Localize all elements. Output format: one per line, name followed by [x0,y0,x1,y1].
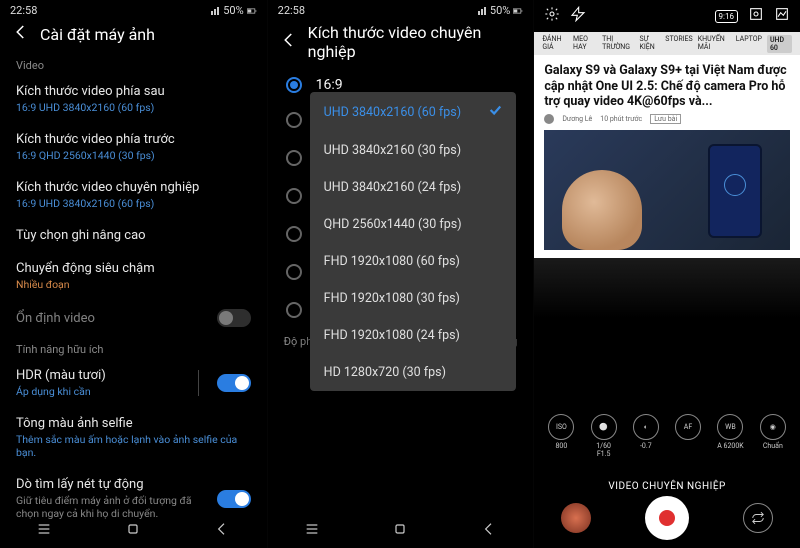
settings-icon[interactable] [544,6,560,26]
camera-top-bar: 9:16 [534,0,800,32]
setting-hdr[interactable]: HDR (màu tươi) Áp dụng khi cần [0,360,267,408]
status-time: 22:58 [10,4,37,17]
nav-home-icon[interactable] [392,521,408,541]
page-title: Cài đặt máy ảnh [40,25,155,44]
toggle-hdr[interactable] [217,374,251,392]
radio-icon [286,264,302,280]
radio-icon [286,302,302,318]
nav-back-icon[interactable] [214,521,230,541]
nav-recents-icon[interactable] [304,521,320,541]
article-title: Galaxy S9 và Galaxy S9+ tại Việt Nam đượ… [544,63,790,110]
af-control[interactable]: AF [675,414,701,442]
setting-selfie-tone[interactable]: Tông màu ảnh selfie Thêm sắc màu ấm hoặc… [0,408,267,469]
camera-mode[interactable]: VIDEO CHUYÊN NGHIỆP [534,481,800,492]
section-useful: Tính năng hữu ích [0,337,267,360]
iso-control[interactable]: ISO800 [548,414,574,450]
wb-control[interactable]: WBA 6200K [717,414,743,450]
ev-control[interactable]: ◐-0.7 [633,414,659,450]
check-icon [488,103,502,121]
toggle-stabilization[interactable] [217,309,251,327]
back-icon[interactable] [280,31,298,53]
resolution-option[interactable]: UHD 3840x2160 (24 fps) [310,169,516,206]
setting-super-slowmo[interactable]: Chuyển động siêu chậm Nhiều đoạn [0,253,267,301]
browser-tabs: ĐÁNH GIÁMEO HAYTHỊ TRƯỜNGSỰ KIỆNSTORIESK… [534,32,800,55]
resolution-option[interactable]: UHD 3840x2160 (60 fps) [310,92,516,132]
uhd-badge: UHD 60 [767,35,792,53]
setting-pro-video-size[interactable]: Kích thước video chuyên nghiệp 16:9 UHD … [0,172,267,220]
resolution-option[interactable]: FHD 1920x1080 (30 fps) [310,280,516,317]
gallery-thumbnail[interactable] [561,503,591,533]
back-icon[interactable] [12,23,30,45]
setting-advanced-recording[interactable]: Tùy chọn ghi nâng cao [0,220,267,253]
article-image [544,130,790,250]
resolution-option[interactable]: QHD 2560x1440 (30 fps) [310,206,516,243]
resolution-option[interactable]: UHD 3840x2160 (30 fps) [310,132,516,169]
author-avatar-icon [544,114,554,124]
status-icons: 50% [210,4,256,17]
radio-icon [286,226,302,242]
status-icons: 50% [477,4,523,17]
shutter-control[interactable]: ⚪1/60F1.5 [591,414,617,458]
resolution-option[interactable]: HD 1280x720 (30 fps) [310,354,516,391]
switch-camera-button[interactable] [743,503,773,533]
section-video: Video [0,53,267,76]
radio-icon [286,150,302,166]
flash-icon[interactable] [570,6,586,26]
setting-rear-video-size[interactable]: Kích thước video phía sau 16:9 UHD 3840x… [0,76,267,124]
nav-bar [268,514,534,548]
resolution-option[interactable]: FHD 1920x1080 (60 fps) [310,243,516,280]
setting-front-video-size[interactable]: Kích thước video phía trước 16:9 QHD 256… [0,124,267,172]
status-bar: 22:58 50% [268,0,534,19]
resolution-option[interactable]: FHD 1920x1080 (24 fps) [310,317,516,354]
page-title: Kích thước video chuyên nghiệp [308,23,522,61]
nav-home-icon[interactable] [125,521,141,541]
radio-selected-icon [286,77,302,93]
record-button[interactable] [645,496,689,540]
histogram-icon[interactable] [774,6,790,26]
status-time: 22:58 [278,4,305,17]
radio-icon [286,112,302,128]
aspect-badge[interactable]: 9:16 [715,10,738,23]
status-bar: 22:58 50% [0,0,267,19]
grid-icon[interactable] [748,6,764,26]
nav-recents-icon[interactable] [36,521,52,541]
nav-back-icon[interactable] [481,521,497,541]
resolution-popup: UHD 3840x2160 (60 fps) UHD 3840x2160 (30… [310,92,516,391]
nav-bar [0,514,267,548]
article-card: Galaxy S9 và Galaxy S9+ tại Việt Nam đượ… [534,55,800,258]
pro-controls: ISO800 ⚪1/60F1.5 ◐-0.7 AF WBA 6200K ◉Chu… [534,414,800,458]
radio-icon [286,188,302,204]
std-control[interactable]: ◉Chuẩn [760,414,786,450]
setting-video-stabilization[interactable]: Ổn định video [0,301,267,337]
toggle-af-tracking[interactable] [217,490,251,508]
